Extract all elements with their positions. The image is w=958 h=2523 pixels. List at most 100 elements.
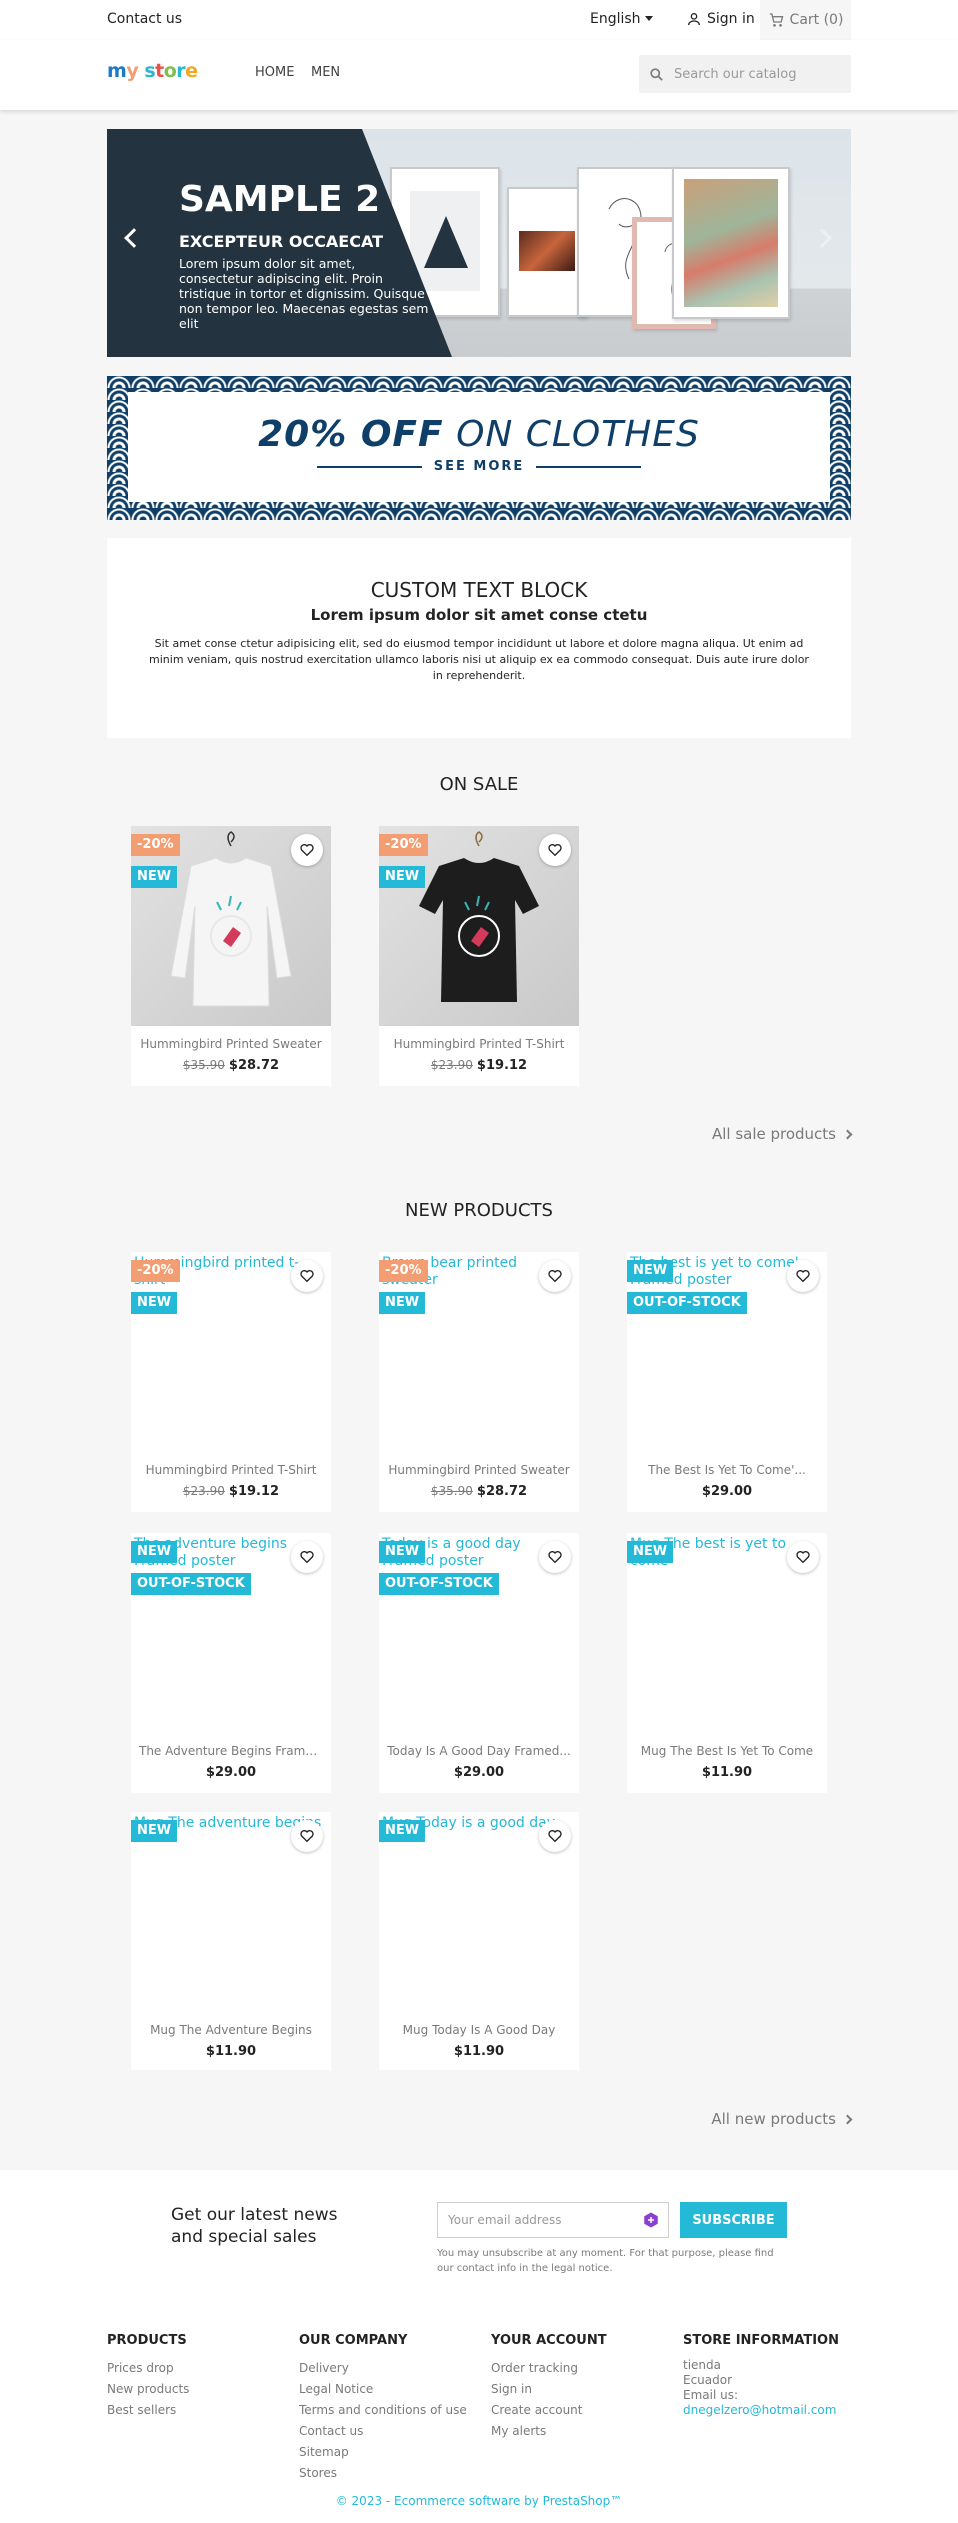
footer-store-column: STORE INFORMATION tienda Ecuador Email u…	[683, 2333, 839, 2417]
divider	[316, 465, 422, 468]
footer-link-best-sellers[interactable]: Best sellers	[107, 2400, 189, 2421]
product-card[interactable]: -20% NEW Hummingbird Printed T-Shirt $23…	[379, 826, 579, 1086]
all-new-products-label: All new products	[711, 2110, 836, 2128]
sale-price: $19.12	[476, 1058, 528, 1073]
product-name[interactable]: Mug The Adventure Begins	[131, 2023, 331, 2037]
sale-price: $28.72	[228, 1058, 280, 1073]
product-card[interactable]: Today is a good day Framed poster NEW OUT-…	[379, 1533, 579, 1793]
product-price: $29.00	[627, 1484, 827, 1499]
product-card[interactable]: Brown bear printed sweater-20%NEWHumming…	[379, 1252, 579, 1512]
product-card[interactable]: -20% NEW Hummingbird Printed Sweater $35…	[131, 826, 331, 1086]
product-card[interactable]: Mug The adventure begins NEW Mug The Adven…	[131, 1812, 331, 2070]
regular-price: $35.90	[182, 1058, 225, 1072]
new-products-title: NEW PRODUCTS	[405, 1200, 553, 1221]
wishlist-button[interactable]	[539, 1541, 571, 1573]
promo-banner[interactable]: 20% OFF ON CLOTHES SEE MORE	[107, 376, 851, 520]
slide-title: SAMPLE 2	[179, 179, 381, 220]
sign-in-label: Sign in	[707, 11, 755, 27]
hero-carousel[interactable]: SAMPLE 2 EXCEPTEUR OCCAECAT Lorem ipsum …	[107, 129, 851, 357]
promo-cta-label: SEE MORE	[433, 459, 525, 474]
current-price: $29.00	[205, 1765, 257, 1780]
footer-link-create-account[interactable]: Create account	[491, 2400, 607, 2421]
product-name[interactable]: Mug Today Is A Good Day	[379, 2023, 579, 2037]
product-name[interactable]: Hummingbird Printed Sweater	[379, 1463, 579, 1477]
new-badge: NEW	[379, 1541, 426, 1563]
product-card[interactable]: Mug Today is a good day NEW Mug Today Is A…	[379, 1812, 579, 2070]
heart-icon	[796, 1270, 810, 1283]
wishlist-button[interactable]	[291, 1541, 323, 1573]
product-price: $35.90 $28.72	[131, 1058, 331, 1073]
contact-us-link[interactable]: Contact us	[107, 11, 182, 27]
wishlist-button[interactable]	[787, 1541, 819, 1573]
product-card[interactable]: The adventure begins Framed poster NEW OUT…	[131, 1533, 331, 1793]
footer-link-sign-in[interactable]: Sign in	[491, 2379, 607, 2400]
nav-home[interactable]: HOME	[255, 65, 294, 80]
poster-frame	[507, 187, 587, 317]
product-price: $23.90 $19.12	[379, 1058, 579, 1073]
product-name[interactable]: The Adventure Begins Framed...	[131, 1744, 331, 1758]
logo-letter: t	[155, 60, 164, 82]
wishlist-button[interactable]	[291, 1820, 323, 1852]
newsletter-email-input[interactable]	[448, 2213, 628, 2227]
footer-link-contact-us[interactable]: Contact us	[299, 2421, 467, 2442]
all-sale-products-link[interactable]: All sale products	[712, 1125, 853, 1143]
copyright[interactable]: © 2023 - Ecommerce software by PrestaSho…	[0, 2494, 958, 2508]
footer-link-my-alerts[interactable]: My alerts	[491, 2421, 607, 2442]
product-name[interactable]: Hummingbird Printed Sweater	[131, 1037, 331, 1051]
search-input[interactable]	[674, 66, 844, 82]
new-badge: NEW	[131, 866, 178, 888]
footer-link-terms[interactable]: Terms and conditions of use	[299, 2400, 467, 2421]
wishlist-button[interactable]	[539, 1260, 571, 1292]
main-header: my store HOME MEN	[0, 40, 958, 110]
subscribe-button[interactable]: SUBSCRIBE	[680, 2202, 787, 2238]
logo-letter: o	[163, 60, 177, 82]
footer-link-legal-notice[interactable]: Legal Notice	[299, 2379, 467, 2400]
wishlist-button[interactable]	[291, 834, 323, 866]
cart-label: Cart (0)	[789, 12, 844, 28]
product-card[interactable]: Hummingbird printed t-shirt-20%NEWHummin…	[131, 1252, 331, 1512]
new-badge: NEW	[379, 1292, 426, 1314]
custom-text-block: CUSTOM TEXT BLOCK Lorem ipsum dolor sit …	[107, 538, 851, 738]
discount-badge: -20%	[379, 834, 428, 856]
cart-button[interactable]: Cart (0)	[760, 0, 851, 40]
current-price: $11.90	[453, 2044, 505, 2059]
regular-price: $35.90	[430, 1484, 473, 1498]
product-name[interactable]: The Best Is Yet To Come'...	[627, 1463, 827, 1477]
current-price: $29.00	[453, 1765, 505, 1780]
search-icon[interactable]	[649, 67, 664, 82]
product-card[interactable]: Mug The best is yet to comeNEWMug The Be…	[627, 1533, 827, 1793]
product-price: $29.00	[131, 1765, 331, 1780]
nav-men[interactable]: MEN	[311, 65, 340, 80]
discount-badge: -20%	[131, 834, 180, 856]
product-name[interactable]: Mug The Best Is Yet To Come	[627, 1744, 827, 1758]
store-logo[interactable]: my store	[107, 60, 198, 82]
discount-badge: -20%	[131, 1260, 180, 1282]
footer-link-stores[interactable]: Stores	[299, 2463, 467, 2484]
sign-in-link[interactable]: Sign in	[686, 11, 755, 27]
password-manager-icon[interactable]	[642, 2211, 660, 2229]
product-name[interactable]: Hummingbird Printed T-Shirt	[379, 1037, 579, 1051]
wishlist-button[interactable]	[539, 834, 571, 866]
footer-link-prices-drop[interactable]: Prices drop	[107, 2358, 189, 2379]
footer-link-delivery[interactable]: Delivery	[299, 2358, 467, 2379]
chevron-right-icon	[842, 1129, 853, 1139]
footer-link-order-tracking[interactable]: Order tracking	[491, 2358, 607, 2379]
wishlist-button[interactable]	[291, 1260, 323, 1292]
product-card[interactable]: The best is yet to come' Framed poster NE…	[627, 1252, 827, 1512]
product-price: $23.90 $19.12	[131, 1484, 331, 1499]
promo-cta[interactable]: SEE MORE	[128, 459, 830, 474]
footer-link-sitemap[interactable]: Sitemap	[299, 2442, 467, 2463]
heart-icon	[300, 1270, 314, 1283]
language-selector[interactable]: English	[590, 11, 653, 27]
store-name: tienda	[683, 2358, 721, 2372]
caret-down-icon	[644, 16, 653, 21]
wishlist-button[interactable]	[787, 1260, 819, 1292]
wishlist-button[interactable]	[539, 1820, 571, 1852]
store-email-link[interactable]: dnegelzero@hotmail.com	[683, 2403, 839, 2417]
footer-link-new-products[interactable]: New products	[107, 2379, 189, 2400]
product-name[interactable]: Today Is A Good Day Framed...	[379, 1744, 579, 1758]
product-name[interactable]: Hummingbird Printed T-Shirt	[131, 1463, 331, 1477]
all-new-products-link[interactable]: All new products	[711, 2110, 853, 2128]
newsletter-note: You may unsubscribe at any moment. For t…	[437, 2248, 774, 2274]
language-label: English	[590, 11, 641, 27]
